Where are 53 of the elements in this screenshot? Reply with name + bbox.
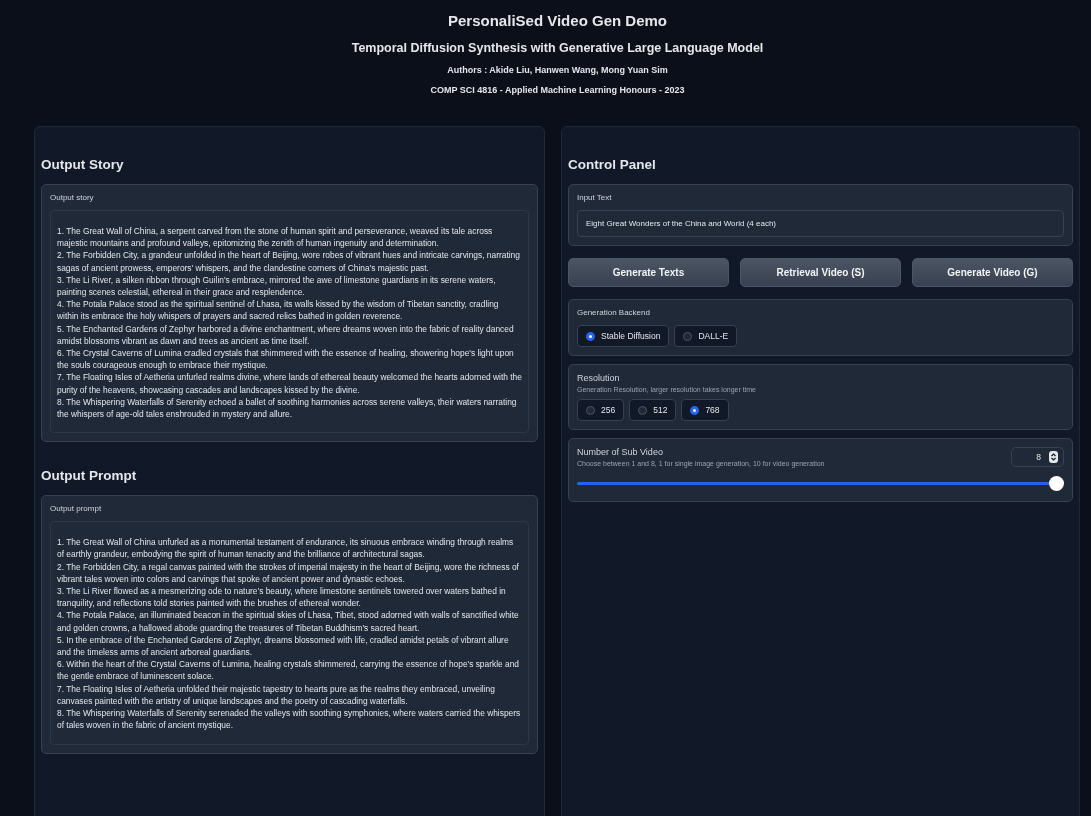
option-label: DALL-E — [698, 331, 729, 341]
story-line: 6. The Crystal Caverns of Lumina cradled crystals that shimmered with the essence of healing, showering hope's light upon the souls courageous enough to embrace their mystique. — [57, 347, 515, 372]
radio-icon[interactable] — [586, 405, 595, 415]
action-button[interactable]: Retrieval Video (S) — [740, 258, 901, 287]
prompt-line: 5. In the embrace of the Enchanted Gardens of Zephyr, dreams blossomed with life, cradled amidst petals of vibrant allure and the timeless arms of ancient arboreal guardians. — [57, 633, 510, 659]
prompt-line: 7. The Floating Isles of Aetheria unfolded their majestic tapestry to hearts pure as the realms they embraced, unveiling canvases painted with the artistry of unique landscapes and the poetry of cascading waterfalls. — [57, 682, 496, 708]
prompt-line: 2. The Forbidden City, a regal canvas painted with the strokes of imperial majesty in the heart of Beijing, wore the richness of vibrant tales woven into colors and carvings that spoke of ancient power and dynastic echoes. — [57, 560, 520, 586]
prompt-line: 3. The Li River flowed as a mesmerizing ode to nature’s beauty, where limestone sentinels towered over waters bathed in tranquility, and reflections told stories painted with the brushes of ethereal wonder. — [57, 585, 507, 610]
story-line: 1. The Great Wall of China, a serpent carved from the stone of human spirit and perseverance, weaved its tale across majestic mountains and profound valleys, epitomizing the zenith of human ingenuity and determination. — [57, 225, 494, 250]
story-line: 3. The Li River, a silken ribbon through Guilin's embrace, mirrored the awe of limestone guardians in its serene waters, painting scenes celestial, ethereal in their grace and resplendence. — [57, 273, 497, 299]
action-button[interactable]: Generate Video (G) — [912, 258, 1073, 287]
prompt-line: 1. The Great Wall of China unfurled as a monumental testament of endurance, its sinuous embrace winding through realms of earthly grandeur, embodying the spirit of human tenacity and the brilliance of architectural sagas. — [57, 536, 515, 561]
radio-option[interactable]: 512 — [629, 399, 677, 421]
story-line: 2. The Forbidden City, a grandeur unfolded in the heart of Beijing, wore robes of vibrant hues and intricate carvings, narrating sagas of ancient prowess, emperors' whispers, and the clandestine corners of China's majestic past. — [57, 249, 521, 274]
slider[interactable] — [577, 476, 1064, 491]
section-heading: Control Panel — [568, 157, 657, 172]
option-label: 768 — [705, 405, 720, 415]
story-line: 5. The Enchanted Gardens of Zephyr harbored a divine enchantment, where dreams woven into the fabric of reality danced amidst blossoms vibrant as dawn and trees as ancient as time itself. — [57, 322, 515, 348]
option-label: 512 — [653, 405, 668, 415]
section-heading: Output Prompt — [41, 468, 138, 484]
story-line: 4. The Potala Palace stood as the spiritual sentinel of Lhasa, its walls kissed by the wisdom of Tibetan sanctity, cradling within its embrace the holy whispers of prayers and sacred relics bathed in golden reverence. — [57, 298, 500, 323]
resolution-label: Resolution — [577, 373, 621, 383]
story-line: 7. The Floating Isles of Aetheria unfurled realms divine, where lands of ethereal beauty welcomed the hearts adorned with the purity of the heavens, showcasing cascades and landscapes kissed by the divine. — [57, 371, 522, 396]
slider-thumb[interactable] — [1049, 476, 1064, 491]
radio-option[interactable]: Stable Diffusion — [577, 325, 670, 347]
option-label: 256 — [601, 405, 616, 415]
radio-option[interactable]: 768 — [681, 399, 729, 421]
prompt-line: 4. The Potala Palace, an illuminated beacon in the spiritual skies of Lhasa, Tibet, stood adorned with walls of sanctified white and golden crowns, a hallowed abode guarding the treasures of Tibetan Buddhism's sacred heart. — [57, 609, 520, 634]
backend-label: Generation Backend — [577, 308, 651, 317]
prompt-line: 6. Within the heart of the Crystal Caverns of Lumina, healing crystals shimmered, carrying the essence of hope's sparkle and the gentle embrace of luminescent solace. — [57, 658, 520, 683]
number-field[interactable]: 8 — [1011, 447, 1064, 467]
spinner-icon[interactable] — [1049, 451, 1058, 463]
radio-icon[interactable] — [690, 405, 700, 415]
input-label: Input Text — [577, 193, 613, 202]
radio-option[interactable]: 256 — [577, 399, 625, 421]
option-label: Stable Diffusion — [601, 331, 661, 341]
textbox-label: Output prompt — [50, 504, 103, 514]
number-value: 8 — [1036, 452, 1041, 462]
course-text: COMP SCI 4816 - Applied Machine Learning Honours - 2023 — [429, 85, 686, 95]
slider-label: Number of Sub Video — [577, 447, 664, 457]
story-line: 8. The Whispering Waterfalls of Serenity echoed a ballet of soothing harmonies across serene valleys, their waters narrating the whispers of age-old tales enshrouded in mystery and allure. — [57, 395, 518, 421]
app-subtitle: Temporal Diffusion Synthesis with Generative Large Language Model — [350, 41, 765, 55]
action-button[interactable]: Generate Texts — [568, 258, 729, 287]
radio-option[interactable]: DALL-E — [674, 325, 738, 347]
radio-icon[interactable] — [683, 331, 693, 341]
prompt-line: 8. The Whispering Waterfalls of Serenity serenaded the valleys with soothing symphonies, where waters carried the whispers of tales woven in the fabric of ancient mystique. — [57, 707, 522, 732]
input-text-field[interactable]: Eight Great Wonders of the China and World (4 each) — [577, 210, 1064, 237]
radio-icon[interactable] — [586, 331, 595, 341]
section-heading: Output Story — [41, 157, 125, 172]
textbox-label: Output story — [50, 193, 95, 202]
radio-icon[interactable] — [638, 405, 648, 415]
app-title: PersonaliSed Video Gen Demo — [447, 12, 668, 29]
authors-text: Authors : Akide Liu, Hanwen Wang, Mong Yuan Sim — [446, 65, 669, 75]
